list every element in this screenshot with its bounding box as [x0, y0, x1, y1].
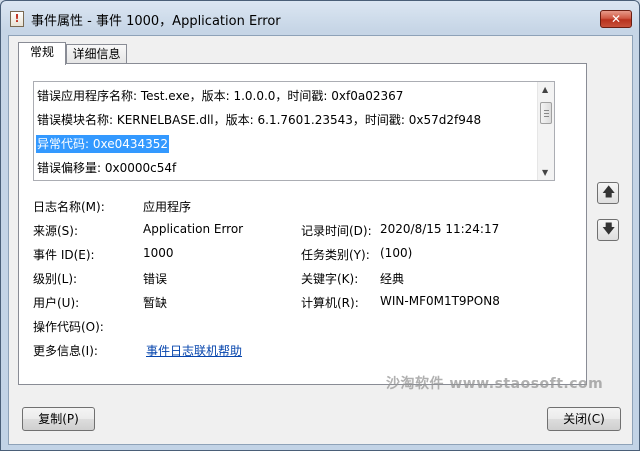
window-title: 事件属性 - 事件 1000，Application Error [31, 14, 281, 29]
general-tab-panel: 错误应用程序名称: Test.exe，版本: 1.0.0.0，时间戳: 0xf0… [18, 63, 587, 385]
user-label: 用户(U): [33, 296, 80, 310]
title-bar[interactable]: ! 事件属性 - 事件 1000，Application Error ✕ [1, 1, 639, 35]
description-line: 错误偏移量: 0x0000c54f [37, 161, 177, 175]
previous-event-button[interactable]: 🡅 [597, 182, 619, 204]
keywords-value[interactable]: 经典 [380, 270, 404, 287]
tab-general[interactable]: 常规 [18, 42, 66, 65]
window-close-button[interactable]: ✕ [600, 10, 632, 28]
opcode-label: 操作代码(O): [33, 320, 104, 334]
log-name-value[interactable]: 应用程序 [143, 198, 191, 215]
copy-button[interactable]: 复制(P) [22, 407, 95, 431]
arrow-down-icon: 🡇 [602, 222, 616, 237]
description-line: 错误模块名称: KERNELBASE.dll，版本: 6.1.7601.2354… [37, 113, 482, 127]
level-label: 级别(L): [33, 272, 78, 286]
user-value[interactable]: 暂缺 [143, 294, 167, 311]
keywords-label: 关键字(K): [301, 272, 359, 286]
close-button[interactable]: 关闭(C) [547, 407, 621, 431]
source-value[interactable]: Application Error [143, 222, 243, 236]
event-description-box[interactable]: 错误应用程序名称: Test.exe，版本: 1.0.0.0，时间戳: 0xf0… [33, 81, 555, 181]
scroll-up-icon[interactable]: ▲ [542, 85, 548, 94]
event-log-online-help-link[interactable]: 事件日志联机帮助 [146, 342, 242, 359]
arrow-up-icon: 🡅 [602, 185, 616, 200]
source-label: 来源(S): [33, 224, 79, 238]
watermark: 沙淘软件 www.staosoft.com [386, 376, 604, 392]
scroll-down-icon[interactable]: ▼ [542, 168, 548, 177]
level-value[interactable]: 错误 [143, 270, 167, 287]
event-id-label: 事件 ID(E): [33, 248, 95, 262]
next-event-button[interactable]: 🡇 [597, 219, 619, 241]
computer-value[interactable]: WIN-MF0M1T9PON8 [380, 294, 500, 308]
description-line: 错误应用程序名称: Test.exe，版本: 1.0.0.0，时间戳: 0xf0… [37, 89, 404, 103]
computer-label: 计算机(R): [301, 296, 359, 310]
description-line-selected: 异常代码: 0xe0434352 [36, 135, 170, 153]
logged-label: 记录时间(D): [301, 224, 372, 238]
scroll-thumb[interactable] [540, 102, 552, 124]
event-properties-window: ! 事件属性 - 事件 1000，Application Error ✕ 常规 … [0, 0, 640, 451]
description-scrollbar[interactable]: ▲ ▼ [537, 82, 554, 180]
task-category-value[interactable]: (100) [380, 246, 412, 260]
logged-value[interactable]: 2020/8/15 11:24:17 [380, 222, 499, 236]
event-viewer-icon: ! [10, 11, 24, 27]
log-name-label: 日志名称(M): [33, 200, 105, 214]
task-category-label: 任务类别(Y): [301, 248, 370, 262]
tab-details[interactable]: 详细信息 [66, 44, 127, 65]
more-info-label: 更多信息(I): [33, 344, 98, 358]
event-id-value[interactable]: 1000 [143, 246, 174, 260]
